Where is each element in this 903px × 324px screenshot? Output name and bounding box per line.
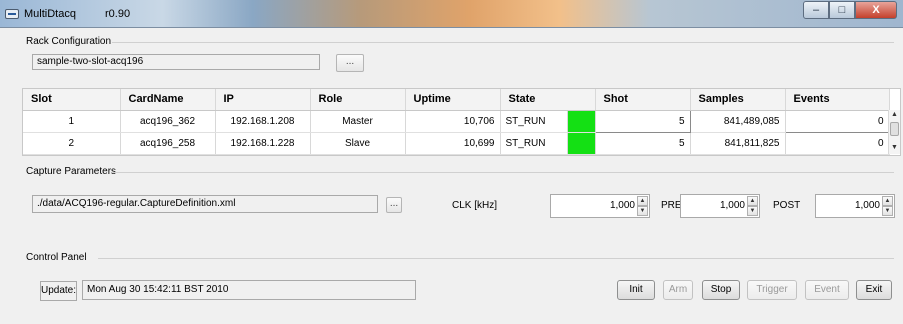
scroll-thumb[interactable]	[890, 122, 899, 136]
stop-button[interactable]: Stop	[702, 280, 740, 300]
clk-label: CLK [kHz]	[452, 200, 498, 211]
rack-config-field[interactable]: sample-two-slot-acq196	[32, 54, 320, 70]
cell-shot[interactable]: 5	[594, 109, 691, 133]
column-header-events[interactable]: Events	[785, 89, 890, 111]
post-spin-buttons: ▲ ▼	[882, 196, 893, 216]
column-header-role[interactable]: Role	[310, 89, 406, 111]
cell-cardname: acq196_362	[120, 110, 216, 133]
cell-state: ST_RUN	[500, 132, 568, 155]
close-button[interactable]: X	[855, 1, 897, 19]
cell-uptime: 10,699	[405, 132, 501, 155]
column-header-shot[interactable]: Shot	[595, 89, 691, 111]
slot-table: Slot CardName IP Role Uptime State Shot …	[22, 88, 901, 156]
maximize-button[interactable]: □	[829, 1, 855, 19]
cell-role: Slave	[310, 132, 406, 155]
window-controls: – □ X	[803, 1, 897, 19]
init-button[interactable]: Init	[617, 280, 655, 300]
cell-uptime: 10,706	[405, 110, 501, 133]
window-version: r0.90	[105, 8, 131, 20]
column-header-ip[interactable]: IP	[215, 89, 311, 111]
cell-ip: 192.168.1.228	[215, 132, 311, 155]
scroll-down-icon[interactable]: ▼	[889, 143, 900, 153]
cell-samples: 841,489,085	[690, 110, 786, 133]
rack-config-browse-button[interactable]: ...	[336, 54, 364, 72]
rack-config-title: Rack Configuration	[26, 36, 112, 47]
cell-events: 0	[785, 132, 890, 155]
event-button[interactable]: Event	[805, 280, 849, 300]
minimize-button[interactable]: –	[803, 1, 829, 19]
pre-spin-buttons: ▲ ▼	[747, 196, 758, 216]
arm-button[interactable]: Arm	[663, 280, 693, 300]
column-header-uptime[interactable]: Uptime	[405, 89, 501, 111]
clk-spinbox[interactable]: 1,000 ▲ ▼	[550, 194, 650, 218]
pre-spinbox[interactable]: 1,000 ▲ ▼	[680, 194, 760, 218]
exit-button[interactable]: Exit	[856, 280, 892, 300]
post-label: POST	[773, 200, 801, 211]
update-timestamp-field: Mon Aug 30 15:42:11 BST 2010	[82, 280, 416, 300]
cell-shot: 5	[595, 132, 691, 155]
pre-label: PRE	[661, 200, 682, 211]
spin-up-icon[interactable]: ▲	[882, 196, 893, 206]
clk-spin-buttons: ▲ ▼	[637, 196, 648, 216]
table-scrollbar[interactable]: ▲ ▼	[888, 110, 900, 154]
column-header-slot[interactable]: Slot	[23, 89, 121, 111]
state-indicator	[567, 110, 596, 133]
cell-cardname: acq196_258	[120, 132, 216, 155]
spin-up-icon[interactable]: ▲	[747, 196, 758, 206]
table-header: Slot CardName IP Role Uptime State Shot …	[23, 89, 890, 111]
app-window: MultiDtacq r0.90 – □ X Rack Configuratio…	[0, 0, 903, 324]
post-value: 1,000	[854, 200, 880, 211]
spin-down-icon[interactable]: ▼	[637, 206, 648, 216]
column-header-state[interactable]: State	[500, 89, 596, 111]
cell-role: Master	[310, 110, 406, 133]
capture-definition-browse-button[interactable]: ...	[386, 197, 402, 213]
scroll-up-icon[interactable]: ▲	[889, 110, 900, 120]
table-row[interactable]: 2 acq196_258 192.168.1.228 Slave 10,699 …	[23, 132, 890, 155]
spin-down-icon[interactable]: ▼	[747, 206, 758, 216]
cell-samples: 841,811,825	[690, 132, 786, 155]
spin-up-icon[interactable]: ▲	[637, 196, 648, 206]
cell-ip: 192.168.1.208	[215, 110, 311, 133]
control-panel-divider	[98, 258, 894, 259]
cell-state: ST_RUN	[500, 110, 568, 133]
capture-definition-field[interactable]: ./data/ACQ196-regular.CaptureDefinition.…	[32, 195, 378, 213]
title-bar[interactable]: MultiDtacq r0.90 – □ X	[0, 0, 903, 28]
spin-down-icon[interactable]: ▼	[882, 206, 893, 216]
capture-params-divider	[112, 172, 894, 173]
clk-value: 1,000	[609, 200, 635, 211]
state-indicator	[567, 132, 596, 155]
window-title: MultiDtacq	[24, 8, 76, 20]
cell-slot: 2	[23, 132, 121, 155]
cell-slot: 1	[23, 110, 121, 133]
pre-value: 1,000	[719, 200, 745, 211]
control-panel-title: Control Panel	[26, 252, 87, 263]
trigger-button[interactable]: Trigger	[747, 280, 797, 300]
capture-params-title: Capture Parameters	[26, 166, 117, 177]
cell-events[interactable]: 0	[784, 109, 890, 133]
post-spinbox[interactable]: 1,000 ▲ ▼	[815, 194, 895, 218]
column-header-cardname[interactable]: CardName	[120, 89, 216, 111]
app-icon	[5, 9, 19, 19]
update-button[interactable]: Update:	[40, 281, 77, 301]
table-row[interactable]: 1 acq196_362 192.168.1.208 Master 10,706…	[23, 109, 890, 133]
rack-config-divider	[112, 42, 894, 43]
column-header-samples[interactable]: Samples	[690, 89, 786, 111]
